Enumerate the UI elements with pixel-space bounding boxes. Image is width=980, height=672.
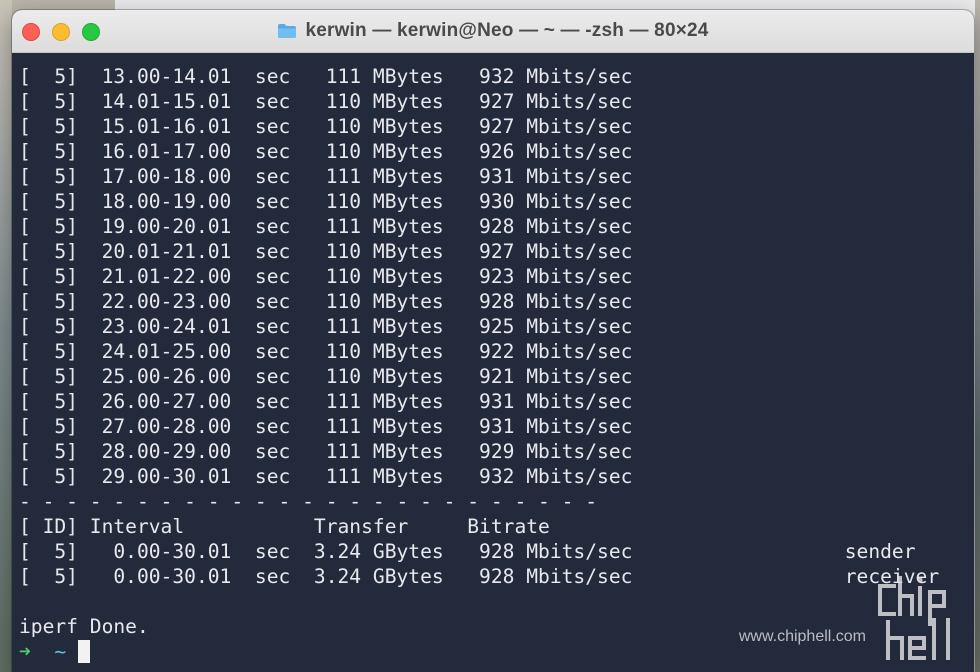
terminal-window[interactable]: kerwin — kerwin@Neo — ~ — -zsh — 80×24 [… [12,10,974,672]
watermark: www.chiphell.com [739,572,966,664]
terminal-line: [ 5] 13.00-14.01 sec 111 MBytes 932 Mbit… [19,65,633,88]
terminal-line: [ 5] 20.01-21.01 sec 110 MBytes 927 Mbit… [19,240,633,263]
terminal-summary-sender: [ 5] 0.00-30.01 sec 3.24 GBytes 928 Mbit… [19,540,916,563]
desktop-background: kerwin — kerwin@Neo — ~ — -zsh — 80×24 [… [0,0,980,672]
terminal-line: [ 5] 15.01-16.01 sec 110 MBytes 927 Mbit… [19,115,633,138]
prompt-directory: ~ [54,640,67,663]
window-title-group: kerwin — kerwin@Neo — ~ — -zsh — 80×24 [12,10,974,52]
terminal-line: [ 5] 25.00-26.00 sec 110 MBytes 921 Mbit… [19,365,633,388]
terminal-line: [ 5] 26.00-27.00 sec 111 MBytes 931 Mbit… [19,390,633,413]
terminal-output[interactable]: [ 5] 13.00-14.01 sec 111 MBytes 932 Mbit… [12,53,974,672]
watermark-url: www.chiphell.com [738,628,866,645]
chiphell-logo [878,576,950,660]
terminal-line: [ 5] 18.00-19.00 sec 110 MBytes 930 Mbit… [19,190,633,213]
text-cursor [77,640,90,663]
terminal-titlebar[interactable]: kerwin — kerwin@Neo — ~ — -zsh — 80×24 [12,10,974,53]
terminal-separator-line: - - - - - - - - - - - - - - - - - - - - … [19,490,598,513]
prompt-arrow-icon: ➜ [19,640,31,663]
terminal-summary-header: [ ID] Interval Transfer Bitrate [19,515,550,538]
terminal-line: [ 5] 16.01-17.00 sec 110 MBytes 926 Mbit… [19,140,633,163]
terminal-line: [ 5] 24.01-25.00 sec 110 MBytes 922 Mbit… [19,340,633,363]
window-title: kerwin — kerwin@Neo — ~ — -zsh — 80×24 [305,20,709,41]
desktop-wallpaper-strip [0,0,12,672]
terminal-status-line: iperf Done. [19,615,149,638]
terminal-line: [ 5] 21.01-22.00 sec 110 MBytes 923 Mbit… [19,265,633,288]
terminal-line: [ 5] 22.00-23.00 sec 110 MBytes 928 Mbit… [19,290,633,313]
terminal-line: [ 5] 28.00-29.00 sec 111 MBytes 929 Mbit… [19,440,633,463]
folder-icon [277,23,297,39]
terminal-line: [ 5] 17.00-18.00 sec 111 MBytes 931 Mbit… [19,165,633,188]
terminal-line: [ 5] 14.01-15.01 sec 110 MBytes 927 Mbit… [19,90,633,113]
terminal-line: [ 5] 23.00-24.01 sec 111 MBytes 925 Mbit… [19,315,633,338]
terminal-line: [ 5] 27.00-28.00 sec 111 MBytes 931 Mbit… [19,415,633,438]
terminal-line: [ 5] 29.00-30.01 sec 111 MBytes 932 Mbit… [19,465,633,488]
shell-prompt[interactable]: ➜ ~ [19,639,90,664]
terminal-line: [ 5] 19.00-20.01 sec 111 MBytes 928 Mbit… [19,215,633,238]
